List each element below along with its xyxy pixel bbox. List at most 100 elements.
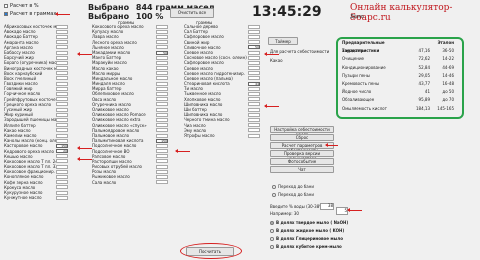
oil-grams-input[interactable] — [56, 107, 68, 112]
soap-type-option[interactable]: В долях жидкое мыло ( KOH) — [270, 227, 348, 235]
bath-option-2[interactable]: Переход до бани — [272, 192, 314, 197]
oil-grams-input[interactable] — [156, 97, 168, 102]
soap-type-option[interactable]: В долях твердое мыло ( NaOH) — [270, 219, 348, 227]
chat-button[interactable]: Чат — [270, 166, 334, 173]
oil-grams-input[interactable] — [56, 24, 68, 29]
oil-grams-input[interactable] — [248, 128, 260, 133]
oil-grams-input[interactable] — [156, 164, 168, 169]
oil-grams-input[interactable] — [56, 66, 68, 71]
mode-percent-checkbox[interactable] — [4, 3, 8, 8]
bath-option-1[interactable]: Переход до бани — [272, 184, 314, 189]
oil-grams-input[interactable] — [156, 133, 168, 138]
oil-grams-input[interactable] — [56, 45, 68, 50]
oil-grams-input[interactable] — [56, 97, 68, 102]
oil-grams-input[interactable] — [56, 71, 68, 76]
clear-all-button[interactable]: Очистить все — [170, 8, 214, 18]
oil-grams-input[interactable] — [56, 180, 68, 185]
oil-grams-input[interactable] — [56, 92, 68, 97]
oil-grams-input[interactable] — [156, 29, 168, 34]
soap-type-radio[interactable] — [270, 221, 274, 225]
oil-grams-input[interactable] — [156, 45, 168, 50]
oil-grams-input[interactable] — [248, 102, 260, 107]
oil-grams-input[interactable] — [156, 143, 168, 148]
oil-grams-input[interactable]: 50 — [156, 50, 168, 55]
bath-radio-2[interactable] — [272, 193, 276, 197]
oil-grams-input[interactable] — [56, 34, 68, 39]
oil-grams-input[interactable] — [248, 123, 260, 128]
soap-type-radio[interactable] — [270, 229, 274, 233]
soap-type-radio[interactable] — [270, 237, 274, 241]
oil-grams-input[interactable] — [56, 117, 68, 122]
oil-grams-input[interactable] — [156, 81, 168, 86]
oil-grams-input[interactable] — [156, 180, 168, 185]
oil-grams-input[interactable] — [56, 112, 68, 117]
oil-grams-input[interactable]: 150 — [56, 143, 68, 148]
oil-grams-input[interactable] — [248, 112, 260, 117]
oil-grams-input[interactable] — [248, 71, 260, 76]
timer-button[interactable]: Таймер — [268, 37, 298, 45]
oil-grams-input[interactable] — [248, 86, 260, 91]
water-input[interactable]: 38 — [320, 203, 334, 210]
oil-grams-input[interactable]: 150 — [156, 138, 168, 143]
oil-grams-input[interactable] — [248, 24, 260, 29]
oil-grams-input[interactable] — [56, 123, 68, 128]
bath-radio-1[interactable] — [272, 185, 276, 189]
soap-type-option[interactable]: В долях кубитое крем-мыло — [270, 243, 348, 251]
oil-grams-input[interactable] — [156, 55, 168, 60]
oil-grams-input[interactable] — [56, 169, 68, 174]
oil-grams-input[interactable] — [156, 76, 168, 81]
oil-grams-input[interactable] — [56, 154, 68, 159]
oil-grams-input[interactable] — [56, 164, 68, 169]
oil-grams-input[interactable] — [56, 29, 68, 34]
oil-grams-input[interactable] — [56, 133, 68, 138]
oil-grams-input[interactable] — [56, 102, 68, 107]
oil-grams-input[interactable] — [156, 149, 168, 154]
mode-grams-checkbox[interactable] — [4, 11, 8, 16]
oil-grams-input[interactable] — [56, 81, 68, 86]
mode-grams-option[interactable]: Расчет в граммах — [4, 11, 56, 17]
oil-grams-input[interactable] — [56, 195, 68, 200]
oil-grams-input[interactable] — [156, 112, 168, 117]
oil-grams-input[interactable] — [56, 138, 68, 143]
oil-grams-input[interactable] — [56, 159, 68, 164]
reset-button[interactable]: Сброс — [270, 134, 334, 141]
oil-grams-input[interactable] — [156, 123, 168, 128]
oil-grams-input[interactable] — [248, 66, 260, 71]
oil-grams-input[interactable] — [156, 86, 168, 91]
check-version-button[interactable]: Проверка версии калькулятора — [270, 150, 334, 161]
oil-grams-input[interactable] — [248, 107, 260, 112]
soap-type-radio[interactable] — [270, 245, 274, 249]
oil-grams-input[interactable] — [56, 40, 68, 45]
oil-grams-input[interactable] — [156, 175, 168, 180]
oil-grams-input[interactable] — [156, 117, 168, 122]
oil-grams-input[interactable] — [248, 97, 260, 102]
oil-grams-input[interactable] — [156, 92, 168, 97]
oil-grams-input[interactable] — [156, 71, 168, 76]
oil-grams-input[interactable] — [156, 154, 168, 159]
oil-grams-input[interactable] — [56, 128, 68, 133]
oil-grams-input[interactable] — [248, 60, 260, 65]
oil-grams-input[interactable] — [156, 24, 168, 29]
oil-grams-input[interactable] — [248, 133, 260, 138]
oil-grams-input[interactable] — [248, 34, 260, 39]
oil-grams-input[interactable] — [56, 185, 68, 190]
oil-grams-input[interactable]: 44 — [248, 81, 260, 86]
photo-button[interactable]: Фотособытие — [270, 158, 334, 165]
oil-grams-input[interactable] — [248, 40, 260, 45]
soap-type-option[interactable]: В долях Глицериновое мыло — [270, 235, 348, 243]
oil-grams-input[interactable] — [56, 190, 68, 195]
oil-grams-input[interactable] — [156, 40, 168, 45]
oil-grams-input[interactable] — [56, 86, 68, 91]
oil-grams-input[interactable] — [248, 117, 260, 122]
oil-grams-input[interactable] — [156, 34, 168, 39]
oil-grams-input[interactable] — [56, 50, 68, 55]
oil-grams-input[interactable] — [248, 55, 260, 60]
mode-percent-option[interactable]: Расчет в % — [4, 3, 39, 9]
oil-grams-input[interactable] — [156, 107, 168, 112]
oil-grams-input[interactable] — [248, 50, 260, 55]
oil-grams-input[interactable] — [156, 66, 168, 71]
oil-grams-input[interactable] — [156, 128, 168, 133]
oil-grams-input[interactable] — [56, 55, 68, 60]
oil-grams-input[interactable] — [156, 102, 168, 107]
oil-grams-input[interactable] — [248, 92, 260, 97]
